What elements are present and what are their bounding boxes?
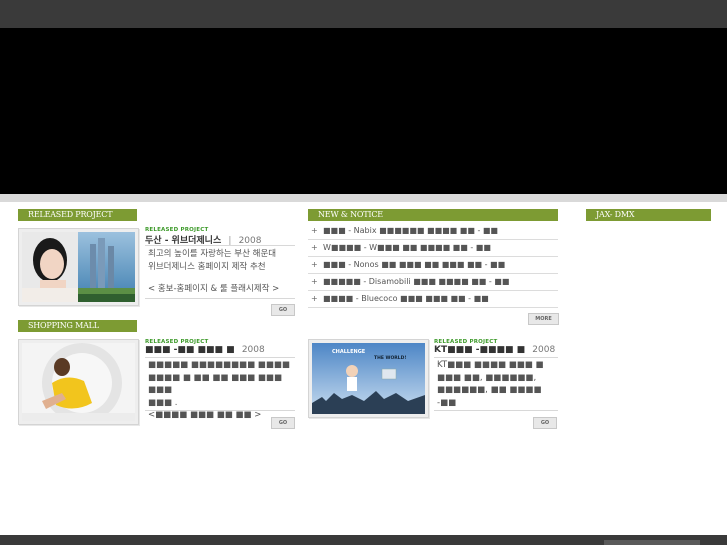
- project-thumbnail-kt[interactable]: CHALLENGE THE WORLD!: [308, 339, 429, 418]
- footer-tab: [604, 540, 700, 545]
- project-title: ■■■ -■■ ■■■ ■: [145, 345, 235, 355]
- plus-icon: +: [311, 226, 318, 235]
- shopping-mall-header: SHOPPING MALL: [18, 320, 137, 332]
- project-year: 2008: [241, 345, 265, 355]
- desc-line: ■■■■■ ■■■■■■■■ ■■■■: [148, 360, 290, 370]
- plus-icon: +: [311, 294, 318, 303]
- new-notice-header: NEW & NOTICE: [308, 209, 558, 221]
- news-text: ■■■■■ - Disamobili ■■■ ■■■■ ■■ - ■■: [323, 277, 510, 286]
- news-item[interactable]: + ■■■ - Nonos ■■ ■■■ ■■ ■■■ ■■ - ■■: [308, 257, 558, 274]
- news-text: W■■■■ - W■■■ ■■ ■■■■ ■■ - ■■: [323, 243, 491, 252]
- news-text: ■■■■ - Bluecoco ■■■ ■■■ ■■ - ■■: [323, 294, 489, 303]
- desc-line: -■■: [437, 397, 457, 408]
- hero-banner: [0, 28, 727, 194]
- project-title: KT■■■ -■■■■ ■: [434, 345, 526, 355]
- project-link[interactable]: < 홍보-홈페이지 & 룰 플래시제작 >: [148, 283, 298, 296]
- desc-line: KT■■■ ■■■■ ■■■ ■: [437, 360, 544, 370]
- news-text: ■■■ - Nabix ■■■■■■ ■■■■ ■■ - ■■: [323, 226, 498, 235]
- plus-icon: +: [311, 277, 318, 286]
- project-thumbnail-weve[interactable]: [18, 228, 139, 306]
- jax-dmx-header: JAX- DMX: [586, 209, 711, 221]
- go-button[interactable]: GO: [271, 417, 295, 429]
- news-item[interactable]: + ■■■ - Nabix ■■■■■■ ■■■■ ■■ - ■■: [308, 223, 558, 240]
- divider: [145, 298, 295, 299]
- thumbnail-banner-line2: THE WORLD!: [374, 356, 407, 361]
- hero-bottom-strip: [0, 194, 727, 202]
- desc-line: ■■■ .: [148, 397, 178, 408]
- divider: [434, 357, 558, 358]
- desc-line: ■■■■■■, ■■ ■■■■: [437, 385, 542, 395]
- divider: [145, 410, 295, 411]
- news-item[interactable]: + ■■■■■ - Disamobili ■■■ ■■■■ ■■ - ■■: [308, 274, 558, 291]
- divider: [145, 357, 295, 358]
- project-year: 2008: [532, 345, 556, 355]
- project-description: KT■■■ ■■■■ ■■■ ■ ■■■ ■■, ■■■■■■, ■■■■■■,…: [437, 359, 559, 409]
- desc-line: ■■■■ ■ ■■ ■■ ■■■ ■■■ ■■■: [148, 372, 282, 396]
- desc-line: 위브더제니스 홈페이지 제작 추천: [148, 261, 266, 272]
- top-bar: [0, 0, 727, 28]
- divider: [434, 410, 558, 411]
- project-description: 최고의 높이를 자랑하는 부산 해운대 위브더제니스 홈페이지 제작 추천: [148, 248, 298, 273]
- project-thumbnail-image: [22, 232, 135, 302]
- plus-icon: +: [311, 243, 318, 252]
- news-item[interactable]: + W■■■■ - W■■■ ■■ ■■■■ ■■ - ■■: [308, 240, 558, 257]
- project-title-line[interactable]: KT■■■ -■■■■ ■ 2008: [434, 345, 555, 355]
- news-text: ■■■ - Nonos ■■ ■■■ ■■ ■■■ ■■ - ■■: [323, 260, 506, 269]
- released-project-header: RELEASED PROJECT: [18, 209, 137, 221]
- more-button[interactable]: MORE: [528, 313, 559, 325]
- project-title-line[interactable]: ■■■ -■■ ■■■ ■ 2008: [145, 345, 265, 355]
- project-description: ■■■■■ ■■■■■■■■ ■■■■ ■■■■ ■ ■■ ■■ ■■■ ■■■…: [148, 359, 298, 422]
- project-thumbnail-mall[interactable]: [18, 339, 139, 425]
- project-thumbnail-image: [22, 343, 135, 421]
- desc-line: 최고의 높이를 자랑하는 부산 해운대: [148, 249, 277, 259]
- divider: [145, 245, 295, 246]
- thumbnail-banner-line1: CHALLENGE: [332, 349, 366, 355]
- go-button[interactable]: GO: [271, 304, 295, 316]
- plus-icon: +: [311, 260, 318, 269]
- project-thumbnail-image: CHALLENGE THE WORLD!: [312, 343, 425, 414]
- news-item[interactable]: + ■■■■ - Bluecoco ■■■ ■■■ ■■ - ■■: [308, 291, 558, 308]
- go-button[interactable]: GO: [533, 417, 557, 429]
- desc-line: ■■■ ■■, ■■■■■■,: [437, 372, 537, 383]
